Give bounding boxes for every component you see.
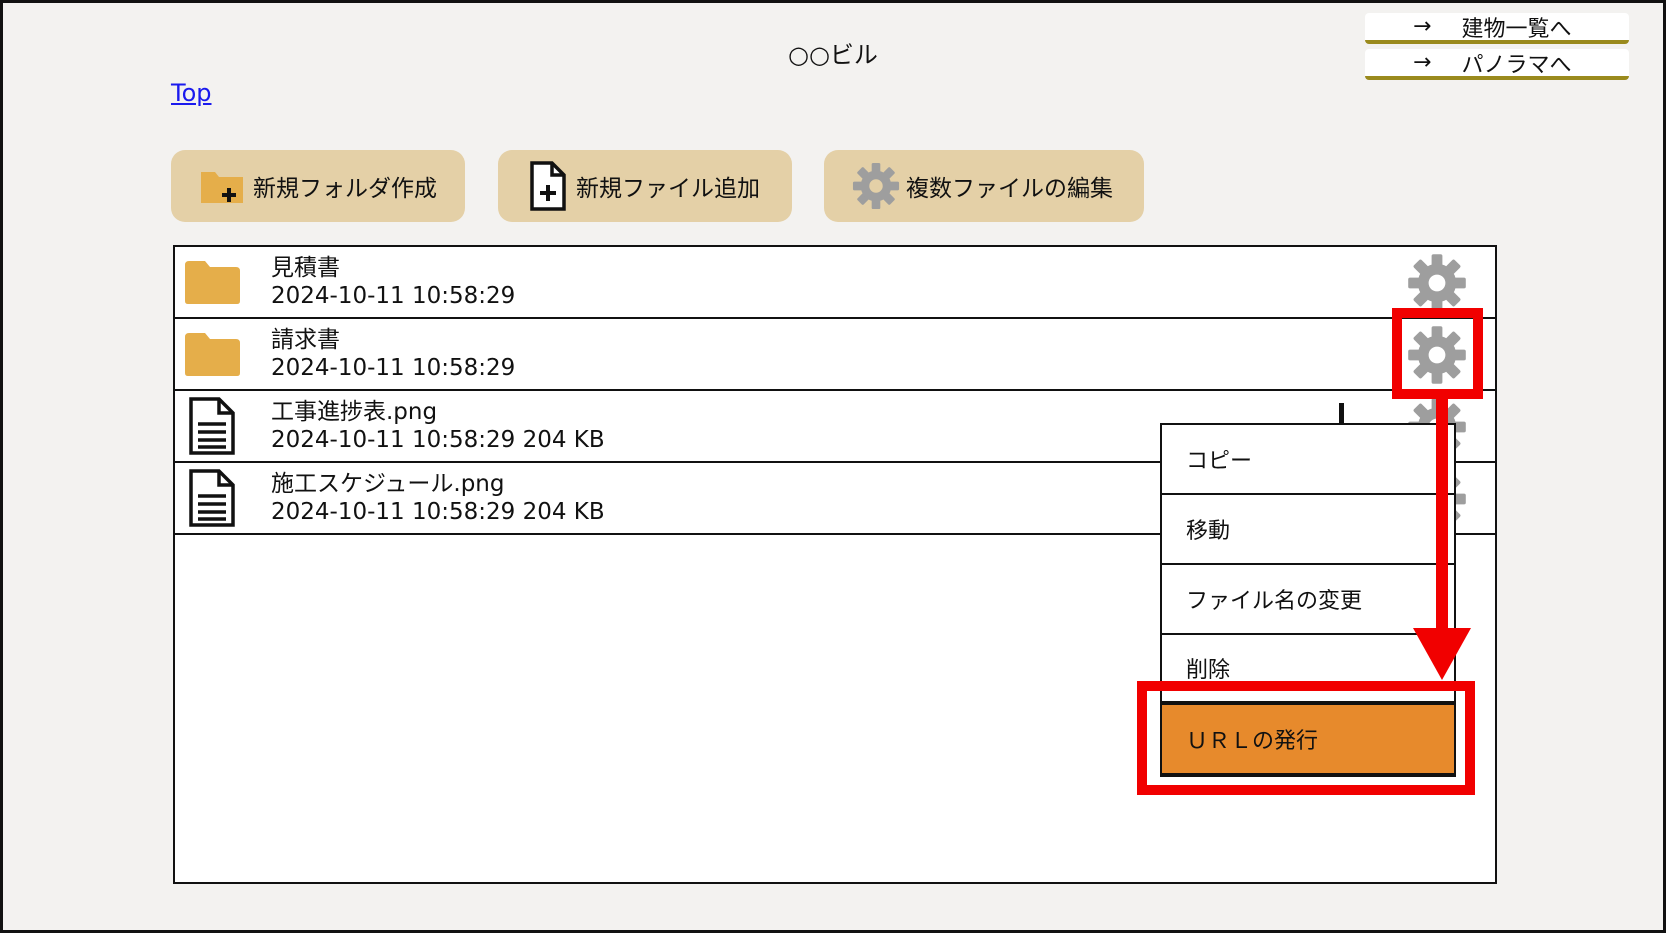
menu-item-rename[interactable]: ファイル名の変更 <box>1162 565 1454 635</box>
file-plus-icon <box>530 161 566 211</box>
folder-icon <box>185 333 240 376</box>
cursor-mark <box>1339 403 1344 425</box>
building-list-button[interactable]: → 建物一覧へ <box>1365 13 1629 44</box>
item-meta: 2024-10-11 10:58:29 <box>271 355 516 381</box>
arrow-right-icon: → <box>1413 14 1432 39</box>
gear-icon <box>852 162 900 210</box>
document-icon <box>189 397 235 455</box>
building-list-label: 建物一覧へ <box>1461 16 1572 42</box>
edit-multiple-label: 複数ファイルの編集 <box>906 176 1113 202</box>
item-name: 請求書 <box>271 327 340 353</box>
item-meta: 2024-10-11 10:58:29 204 KB <box>271 427 605 453</box>
new-file-button[interactable]: 新規ファイル追加 <box>498 150 792 222</box>
top-link[interactable]: Top <box>171 79 212 107</box>
arrow-down-icon <box>1413 628 1471 680</box>
new-file-label: 新規ファイル追加 <box>576 176 760 202</box>
item-name: 見積書 <box>271 255 340 281</box>
new-folder-button[interactable]: 新規フォルダ作成 <box>171 150 465 222</box>
app-frame: ○○ビル Top → 建物一覧へ → パノラマへ 新規フォルダ作成 新規ファイル… <box>0 0 1666 933</box>
item-meta: 2024-10-11 10:58:29 <box>271 283 516 309</box>
edit-multiple-button[interactable]: 複数ファイルの編集 <box>824 150 1144 222</box>
menu-item-copy[interactable]: コピー <box>1162 425 1454 495</box>
gear-icon[interactable] <box>1407 253 1467 313</box>
document-icon <box>189 469 235 527</box>
list-item[interactable]: 請求書 2024-10-11 10:58:29 <box>175 319 1495 391</box>
arrow-shaft <box>1436 397 1448 639</box>
new-folder-label: 新規フォルダ作成 <box>253 176 437 202</box>
item-name: 工事進捗表.png <box>271 399 438 425</box>
list-item[interactable]: 見積書 2024-10-11 10:58:29 <box>175 247 1495 319</box>
folder-icon <box>185 261 240 304</box>
panorama-button[interactable]: → パノラマへ <box>1365 49 1629 80</box>
panorama-label: パノラマへ <box>1461 52 1572 78</box>
menu-item-move[interactable]: 移動 <box>1162 495 1454 565</box>
item-name: 施工スケジュール.png <box>271 471 505 497</box>
gear-highlight-box <box>1392 308 1483 399</box>
item-meta: 2024-10-11 10:58:29 204 KB <box>271 499 605 525</box>
url-highlight-box <box>1137 681 1475 795</box>
folder-plus-icon <box>201 172 243 203</box>
arrow-right-icon: → <box>1413 50 1432 75</box>
